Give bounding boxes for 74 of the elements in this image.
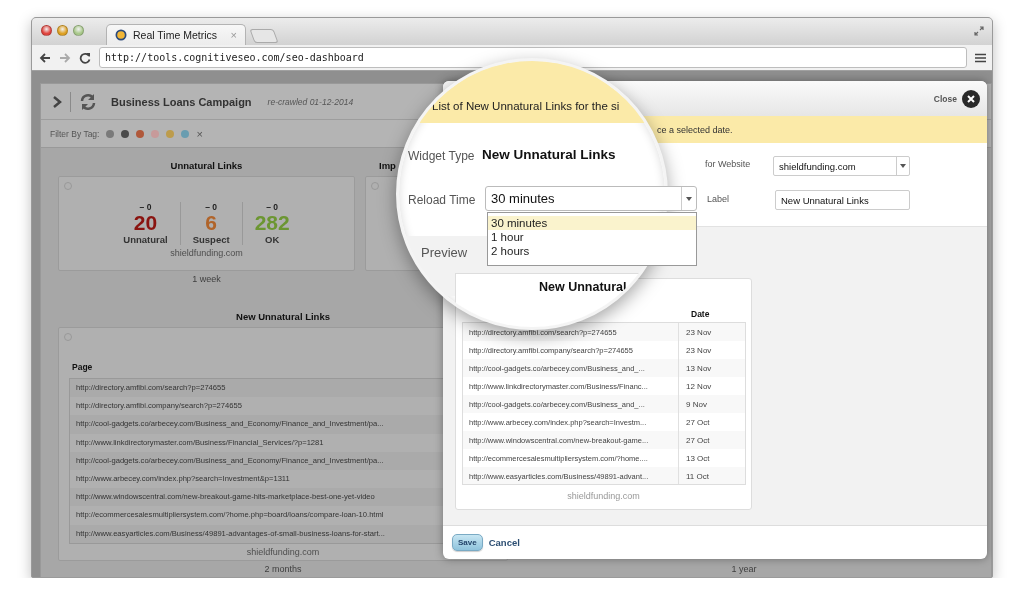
preview-label: Preview (421, 245, 468, 260)
period-label: 1 week (191, 273, 222, 286)
refresh-icon[interactable] (79, 92, 97, 111)
window-control-button[interactable] (57, 25, 68, 36)
dropdown-arrow[interactable] (896, 157, 909, 175)
stat-label: Suspect (192, 234, 230, 245)
widget-title: Imp (379, 160, 396, 171)
stat-label: OK (265, 234, 280, 245)
campaign-title: Business Loans Campaign (111, 95, 252, 108)
stat-label: Unnatural (123, 234, 168, 245)
filter-label: Filter By Tag: (50, 128, 100, 139)
tag-filter-dot[interactable] (136, 129, 145, 138)
table-cell-text: 13 Nov (685, 363, 712, 373)
forward-icon[interactable] (59, 51, 71, 64)
site-name: shieldfunding.com (245, 545, 321, 557)
table-cell-text: 23 Nov (685, 327, 712, 337)
table-cell-text: 27 Oct (685, 417, 710, 427)
stat-value: 20 (133, 212, 158, 234)
site-name: shieldfunding.com (169, 247, 244, 258)
tag-filter-dot[interactable] (106, 129, 115, 138)
table-cell-text: 12 Nov (685, 381, 712, 391)
tag-filter-dot[interactable] (151, 129, 160, 138)
website-select[interactable]: shieldfunding.com (773, 156, 910, 176)
dropdown-option[interactable]: 2 hours (488, 244, 696, 258)
site-name: shieldfunding.com (566, 490, 641, 501)
period-label: 2 months (263, 563, 303, 576)
close-button[interactable]: Close (933, 89, 980, 108)
browser-tab[interactable]: Real Time Metrics × (106, 24, 246, 45)
chevron-icon[interactable] (53, 95, 62, 108)
table-cell-text: 13 Oct (685, 453, 710, 463)
fullscreen-icon[interactable] (974, 26, 984, 36)
reload-icon[interactable] (79, 51, 91, 64)
widget-type-value: New Unnatural Links (482, 147, 616, 162)
field-label: Reload Time (408, 193, 476, 207)
stat-value: 6 (205, 212, 217, 234)
caret-icon (686, 196, 692, 201)
address-bar[interactable]: http://tools.cognitiveseo.com/seo-dashboard (99, 47, 967, 68)
clear-filter-button[interactable]: × (196, 127, 203, 140)
notice-text: ce a selected date. (657, 124, 733, 135)
table-cell-text: 9 Nov (685, 399, 707, 409)
dropdown-option[interactable]: 30 minutes (488, 216, 696, 230)
stat-change: – 0 (205, 202, 218, 212)
label-input[interactable]: New Unnatural Links (775, 190, 910, 210)
stat-value: 282 (254, 212, 290, 234)
caret-icon (900, 164, 906, 168)
reload-time-select[interactable]: 30 minutes (485, 186, 697, 211)
widget-title: Unnatural Links (169, 160, 244, 173)
stat-change: – 0 (266, 202, 279, 212)
menu-icon[interactable] (975, 52, 986, 63)
tag-filter-dot[interactable] (181, 129, 190, 138)
widget-title: New Unnatural Links (235, 311, 331, 324)
field-label: Widget Type (408, 149, 475, 163)
period-label: 1 year (730, 563, 758, 576)
crawl-date: re-crawled 01-12-2014 (267, 96, 354, 107)
tab-title: Real Time Metrics (133, 29, 218, 41)
save-button[interactable]: Save (452, 534, 483, 551)
field-label: Label (707, 194, 730, 204)
column-header: Date (690, 309, 711, 321)
table-cell-text: 27 Oct (685, 435, 710, 445)
back-icon[interactable] (39, 51, 51, 64)
new-tab-button[interactable] (249, 29, 279, 43)
window-control-button[interactable] (73, 25, 84, 36)
field-label: for Website (705, 159, 751, 169)
stat-change: – 0 (139, 202, 152, 212)
preview-title: New Unnatural (539, 280, 627, 294)
tag-filter-dot[interactable] (121, 129, 130, 138)
dropdown-option[interactable]: 1 hour (488, 230, 696, 244)
window-control-button[interactable] (41, 25, 52, 36)
table-cell-text: 23 Nov (685, 345, 712, 355)
table-cell-text: 11 Oct (685, 471, 709, 481)
tag-filter-dot[interactable] (166, 129, 175, 138)
dialog-title: List of New Unnatural Links for the si (432, 100, 620, 112)
column-header: Page (72, 362, 93, 372)
favicon-icon (115, 29, 127, 41)
